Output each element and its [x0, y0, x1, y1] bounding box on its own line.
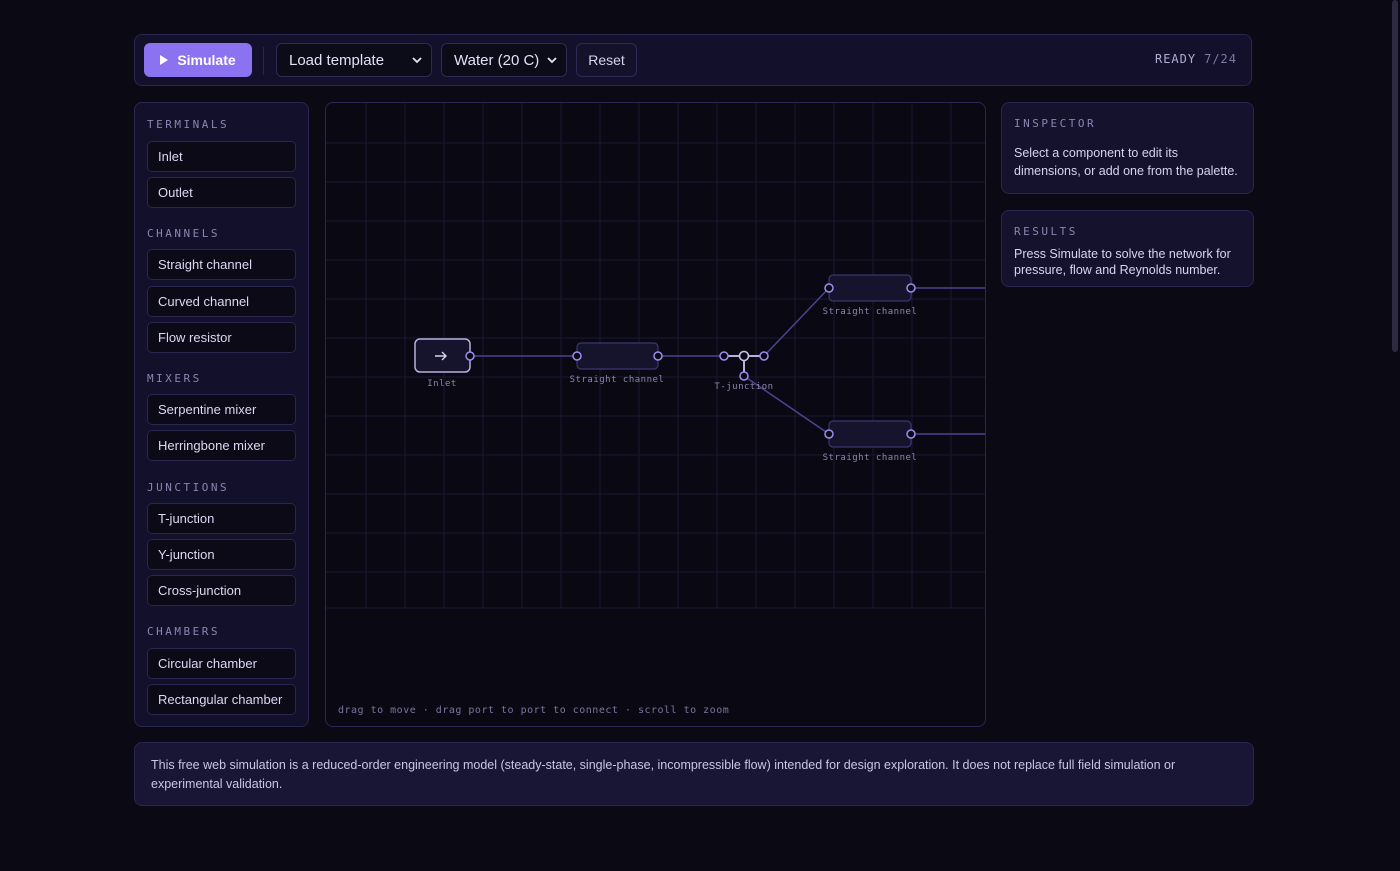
canvas-grid: Inlet Straight channel T-junction Straig…: [326, 103, 985, 609]
port-out: [906, 429, 916, 439]
component-palette: TERMINALS Inlet Outlet CHANNELS Straight…: [134, 102, 309, 727]
node-inlet[interactable]: Inlet: [414, 338, 475, 389]
connection-tjunction-channel2: [763, 287, 830, 357]
port-in: [719, 351, 729, 361]
palette-item-herringbone-mixer[interactable]: Herringbone mixer: [147, 430, 296, 461]
reset-button[interactable]: Reset: [576, 43, 637, 77]
disclaimer-footer: This free web simulation is a reduced-or…: [134, 742, 1254, 806]
play-icon: [160, 55, 169, 65]
simulate-label: Simulate: [177, 52, 236, 68]
port-in: [572, 351, 582, 361]
port-out: [739, 371, 749, 381]
fluid-select[interactable]: Water (20 C): [441, 43, 567, 77]
inspector-panel: INSPECTOR Select a component to edit its…: [1001, 102, 1254, 194]
results-title: RESULTS: [1014, 225, 1078, 238]
node-label: T-junction: [714, 382, 773, 392]
port-out: [906, 283, 916, 293]
node-label: Inlet: [427, 379, 457, 389]
component-count: 7/24: [1204, 52, 1237, 66]
results-body: Press Simulate to solve the network for …: [1014, 247, 1231, 277]
network-canvas[interactable]: Inlet Straight channel T-junction Straig…: [325, 102, 986, 727]
palette-item-t-junction[interactable]: T-junction: [147, 503, 296, 534]
chevron-down-icon: [412, 57, 422, 64]
palette-heading-chambers: CHAMBERS: [147, 625, 220, 638]
node-label: Straight channel: [823, 453, 918, 463]
toolbar: Simulate Load template Water (20 C) Rese…: [134, 34, 1252, 86]
port-out: [465, 351, 475, 361]
node-straight-channel-3[interactable]: Straight channel: [823, 420, 918, 463]
palette-heading-mixers: MIXERS: [147, 372, 202, 385]
inspector-title: INSPECTOR: [1014, 117, 1097, 130]
canvas-hint: drag to move · drag port to port to conn…: [338, 705, 730, 716]
port-out: [653, 351, 663, 361]
status-text: READY: [1154, 52, 1197, 66]
node-straight-channel-2[interactable]: Straight channel: [823, 274, 918, 317]
palette-item-flow-resistor[interactable]: Flow resistor: [147, 322, 296, 353]
inspector-body: Select a component to edit its dimension…: [1014, 146, 1238, 178]
port-in: [824, 429, 834, 439]
port-out: [759, 351, 769, 361]
junction-center: [738, 350, 750, 362]
simulate-button[interactable]: Simulate: [144, 43, 252, 77]
palette-heading-junctions: JUNCTIONS: [147, 481, 230, 494]
results-panel: RESULTS Press Simulate to solve the netw…: [1001, 210, 1254, 287]
fluid-select-value: Water (20 C): [454, 51, 540, 69]
palette-item-serpentine-mixer[interactable]: Serpentine mixer: [147, 394, 296, 425]
node-straight-channel-1[interactable]: Straight channel: [570, 342, 665, 385]
page-scrollbar[interactable]: [1392, 0, 1398, 352]
palette-item-straight-channel[interactable]: Straight channel: [147, 249, 296, 280]
palette-heading-channels: CHANNELS: [147, 227, 220, 240]
palette-item-curved-channel[interactable]: Curved channel: [147, 286, 296, 317]
chevron-down-icon: [547, 57, 557, 64]
node-t-junction[interactable]: T-junction: [714, 350, 773, 393]
palette-item-cross-junction[interactable]: Cross-junction: [147, 575, 296, 606]
palette-item-rectangular-chamber[interactable]: Rectangular chamber: [147, 684, 296, 715]
status-indicator: READY 7/24: [1155, 52, 1237, 66]
palette-item-circular-chamber[interactable]: Circular chamber: [147, 648, 296, 679]
template-select-value: Load template: [289, 51, 385, 69]
port-in: [824, 283, 834, 293]
palette-item-inlet[interactable]: Inlet: [147, 141, 296, 172]
node-label: Straight channel: [570, 375, 665, 385]
palette-item-y-junction[interactable]: Y-junction: [147, 539, 296, 570]
template-select[interactable]: Load template: [276, 43, 432, 77]
palette-item-outlet[interactable]: Outlet: [147, 177, 296, 208]
node-label: Straight channel: [823, 307, 918, 317]
toolbar-divider: [263, 47, 264, 75]
palette-heading-terminals: TERMINALS: [147, 118, 230, 131]
